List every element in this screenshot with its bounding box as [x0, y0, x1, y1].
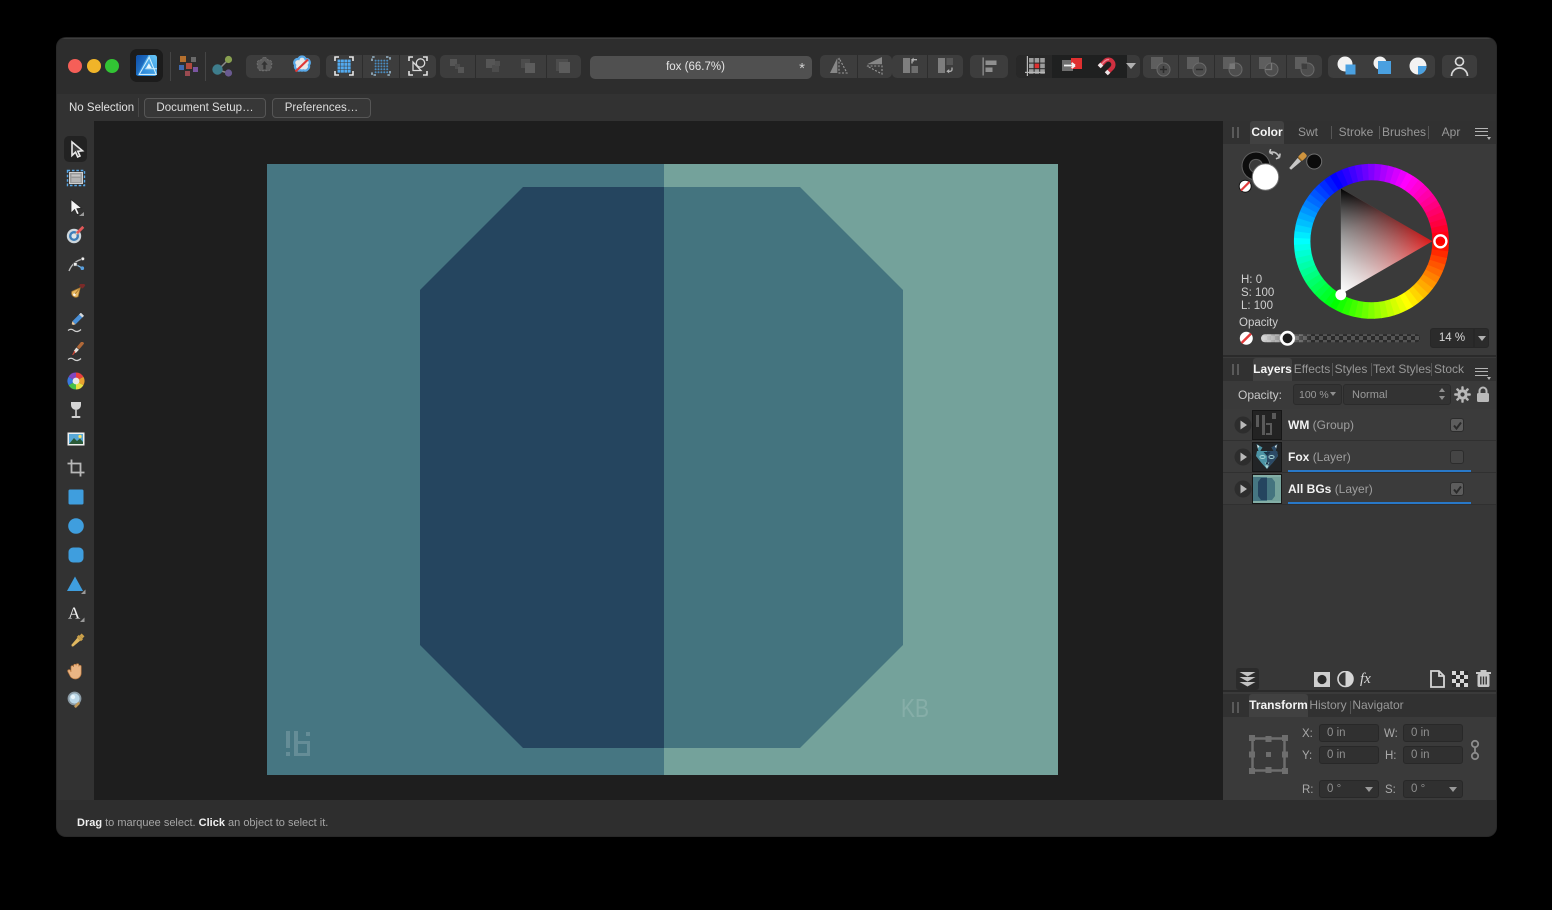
svg-text:S: 100: S: 100	[1241, 287, 1274, 299]
svg-text:A: A	[68, 604, 81, 623]
svg-text:KB: KB	[901, 693, 929, 723]
svg-text:H: 0: H: 0	[1241, 274, 1262, 286]
svg-text:L: 100: L: 100	[1241, 300, 1273, 312]
